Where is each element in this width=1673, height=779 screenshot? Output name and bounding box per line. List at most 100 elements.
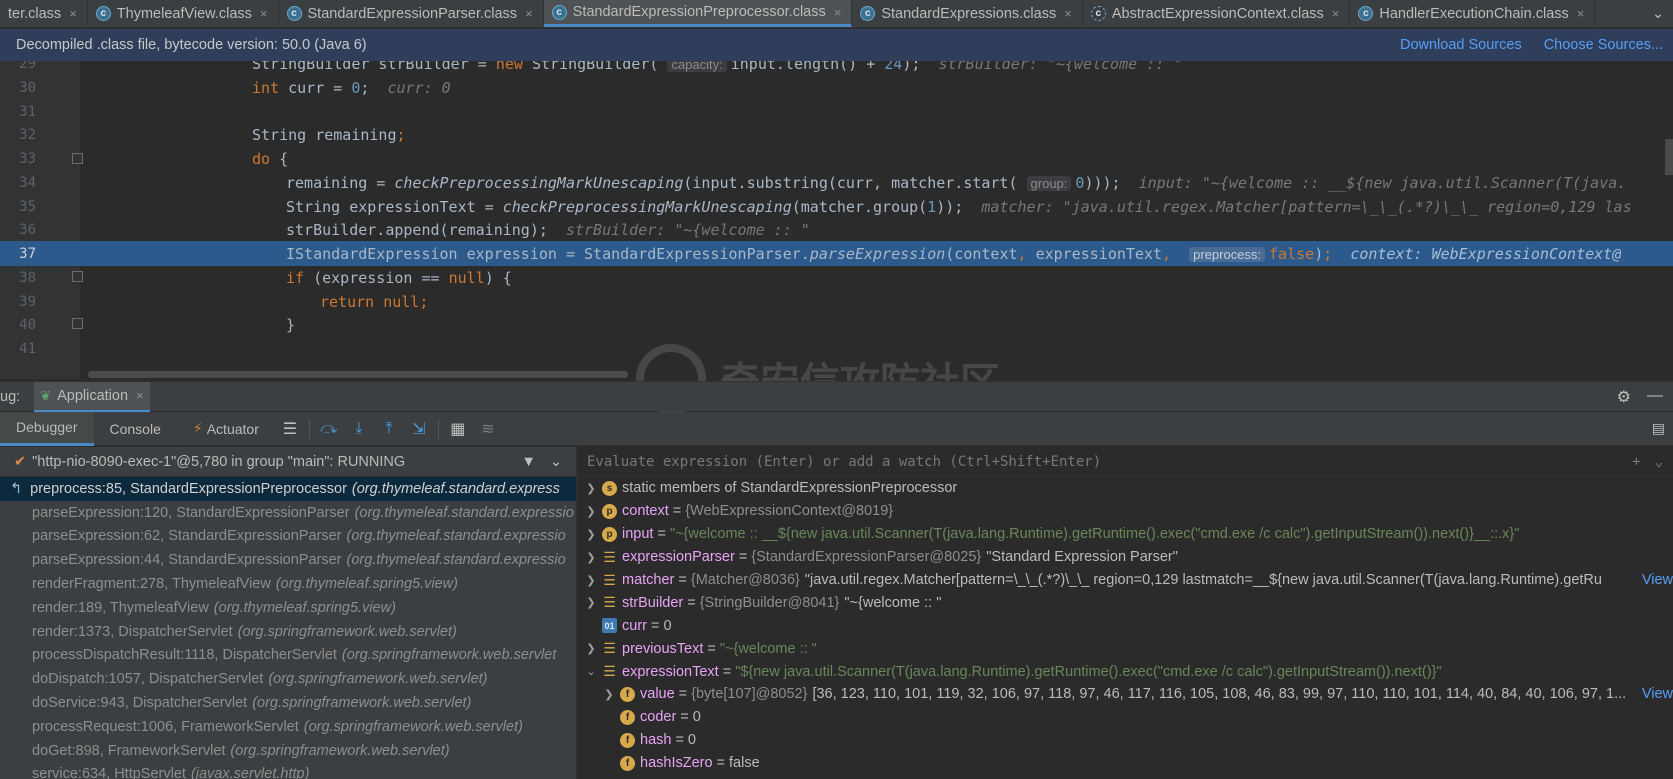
editor-tab[interactable]: c StandardExpressionParser.class × <box>279 0 544 27</box>
variable-row[interactable]: ❯ ☰ matcher = {Matcher@8036} "java.util.regex… <box>578 569 1673 592</box>
variable-name: coder <box>640 709 677 726</box>
frame-method: preprocess:85, StandardExpressionPreproc… <box>30 480 347 497</box>
vertical-scrollbar[interactable] <box>1665 139 1673 175</box>
expand-arrow-icon[interactable]: ❯ <box>584 551 598 564</box>
step-out-icon[interactable]: ⤒ <box>374 420 404 438</box>
variable-value: members of StandardExpressionPreprocesso… <box>659 480 958 497</box>
evaluate-expression-input[interactable]: Evaluate expression (Enter) or add a wat… <box>578 447 1673 477</box>
inline-debug-value: strBuilder: "~{welcome :: " <box>565 220 810 239</box>
stack-frame[interactable]: parseExpression:44, StandardExpressionPa… <box>0 548 576 572</box>
expand-arrow-icon[interactable]: ❯ <box>584 574 598 587</box>
code-line-40: 40 } <box>0 312 1673 337</box>
stack-frame[interactable]: render:1373, DispatcherServlet (org.sprin… <box>0 620 576 644</box>
stack-frame[interactable]: processDispatchResult:1118, DispatcherSe… <box>0 644 576 668</box>
variable-row[interactable]: ❯ p input = "~{welcome :: __${new java.util.… <box>578 523 1673 546</box>
frame-method: parseExpression:120, StandardExpressionP… <box>32 504 350 521</box>
variable-name: static <box>622 480 656 497</box>
close-icon[interactable]: × <box>69 6 77 21</box>
editor-tab[interactable]: ter.class × <box>0 0 88 27</box>
add-watch-icon[interactable]: + <box>1632 454 1640 470</box>
code-text: } <box>286 315 296 334</box>
close-icon[interactable]: × <box>1577 6 1585 21</box>
trace-icon[interactable]: ≋ <box>473 419 503 439</box>
variable-row[interactable]: f coder = 0 <box>578 706 1673 729</box>
equals-sign: = <box>687 594 696 611</box>
view-link[interactable]: View <box>1635 686 1673 703</box>
expand-arrow-icon[interactable]: ❯ <box>584 505 598 518</box>
stack-frame[interactable]: ↰ preprocess:85, StandardExpressionPrepro… <box>0 477 576 501</box>
stack-frame[interactable]: doService:943, DispatcherServlet (org.spr… <box>0 691 576 715</box>
stack-frame[interactable]: doDispatch:1057, DispatcherServlet (org.s… <box>0 667 576 691</box>
stack-frame[interactable]: parseExpression:120, StandardExpressionP… <box>0 501 576 525</box>
thread-selector[interactable]: ✔ "http-nio-8090-exec-1"@5,780 in group … <box>0 447 576 477</box>
variable-row[interactable]: ❯ f value = {byte[107]@8052} [36, 123, 110, 1… <box>578 683 1673 706</box>
close-icon[interactable]: × <box>525 6 533 21</box>
filter-icon[interactable]: ▼ <box>521 454 535 470</box>
code-editor[interactable]: 29 StringBuilder strBuilder = new String… <box>0 61 1673 379</box>
variable-row[interactable]: ❯ ☰ previousText = "~{welcome :: " <box>578 637 1673 660</box>
close-icon[interactable]: × <box>1064 6 1072 21</box>
choose-sources-link[interactable]: Choose Sources... <box>1544 37 1663 53</box>
horizontal-scrollbar[interactable] <box>88 371 628 378</box>
variable-row[interactable]: 01 curr = 0 <box>578 614 1673 637</box>
variable-row[interactable]: ❯ ☰ strBuilder = {StringBuilder@8041} "~{welc… <box>578 591 1673 614</box>
code-line-33: 33 do { <box>0 146 1673 171</box>
variable-name: previousText <box>622 640 704 657</box>
run-config-tab[interactable]: ❦ Application × <box>34 381 150 412</box>
download-sources-link[interactable]: Download Sources <box>1400 37 1522 53</box>
stack-frame[interactable]: service:634, HttpServlet (javax.servlet.h… <box>0 763 576 779</box>
view-link[interactable]: View <box>1635 572 1673 588</box>
stack-frame[interactable]: parseExpression:62, StandardExpressionPa… <box>0 525 576 549</box>
close-icon[interactable]: × <box>1332 6 1340 21</box>
expand-arrow-icon[interactable]: ❯ <box>584 596 598 609</box>
expand-arrow-icon[interactable]: ❯ <box>584 528 598 541</box>
variable-row[interactable]: f hash = 0 <box>578 729 1673 752</box>
tab-debugger[interactable]: Debugger <box>0 411 94 446</box>
layout-icon[interactable]: ▤ <box>1652 420 1665 437</box>
tab-console[interactable]: Console <box>94 412 177 446</box>
variable-row[interactable]: f hashIsZero = false <box>578 752 1673 775</box>
stack-frame[interactable]: render:189, ThymeleafView (org.thymeleaf.… <box>0 596 576 620</box>
stack-frame[interactable]: processRequest:1006, FrameworkServlet (or… <box>0 715 576 739</box>
variable-row[interactable]: ⌄ ☰ expressionText = "${new java.util.Scanne… <box>578 660 1673 683</box>
variable-value: 0 <box>687 732 696 749</box>
editor-tab[interactable]: c StandardExpressionPreprocessor.class × <box>543 0 853 27</box>
evaluate-expression-icon[interactable]: ▦ <box>443 419 473 439</box>
close-icon[interactable]: × <box>260 6 268 21</box>
variable-row[interactable]: ❯ ☰ expressionParser = {StandardExpressionPa… <box>578 546 1673 569</box>
editor-tab[interactable]: c StandardExpressions.class × <box>852 0 1083 27</box>
variables-panel: Evaluate expression (Enter) or add a wat… <box>578 447 1673 779</box>
close-icon[interactable]: × <box>834 5 842 20</box>
chevron-down-icon[interactable]: ⌄ <box>1643 0 1673 27</box>
expand-arrow-icon[interactable]: ❯ <box>584 642 598 655</box>
expand-arrow-icon[interactable]: ❯ <box>584 482 598 495</box>
variable-row[interactable]: ❯ p context = {WebExpressionContext@8019} <box>578 500 1673 523</box>
expand-arrow-icon[interactable]: ❯ <box>602 688 616 701</box>
minimize-icon[interactable]: — <box>1647 387 1663 407</box>
stack-frame[interactable]: renderFragment:278, ThymeleafView (org.th… <box>0 572 576 596</box>
collapse-arrow-icon[interactable]: ⌄ <box>584 665 598 678</box>
close-icon[interactable]: × <box>136 388 144 403</box>
editor-tab[interactable]: c HandlerExecutionChain.class × <box>1350 0 1596 27</box>
fold-marker[interactable] <box>72 153 83 164</box>
editor-tab[interactable]: c ThymeleafView.class × <box>88 0 279 27</box>
fold-marker[interactable] <box>72 271 83 282</box>
variable-value: "~{welcome :: __${new java.util.Scanner(… <box>669 526 1520 543</box>
variable-row[interactable]: ❯ s static members of StandardExpressionPr… <box>578 477 1673 500</box>
tab-actuator[interactable]: ⚡ Actuator <box>177 412 275 446</box>
step-over-icon[interactable]: ⤼ <box>314 420 344 438</box>
gear-icon[interactable]: ⚙ <box>1617 387 1631 407</box>
equals-sign: = <box>722 663 732 680</box>
chevron-down-icon[interactable]: ⌄ <box>550 454 562 470</box>
line-number: 40 <box>19 316 36 333</box>
fold-marker[interactable] <box>72 318 83 329</box>
frame-package: (org.thymeleaf.standard.expressio <box>346 528 566 545</box>
menu-lines-icon[interactable]: ☰ <box>275 419 305 439</box>
editor-tab[interactable]: c AbstractExpressionContext.class × <box>1083 0 1351 27</box>
editor-tab-label: StandardExpressionParser.class <box>307 5 518 22</box>
frame-package: (org.thymeleaf.standard.expressio <box>354 504 574 521</box>
step-into-icon[interactable]: ⤓ <box>344 420 374 438</box>
chevron-down-icon[interactable]: ⌄ <box>1655 454 1663 470</box>
run-to-cursor-icon[interactable]: ⇲ <box>404 419 434 439</box>
stack-frame[interactable]: doGet:898, FrameworkServlet (org.springfr… <box>0 739 576 763</box>
